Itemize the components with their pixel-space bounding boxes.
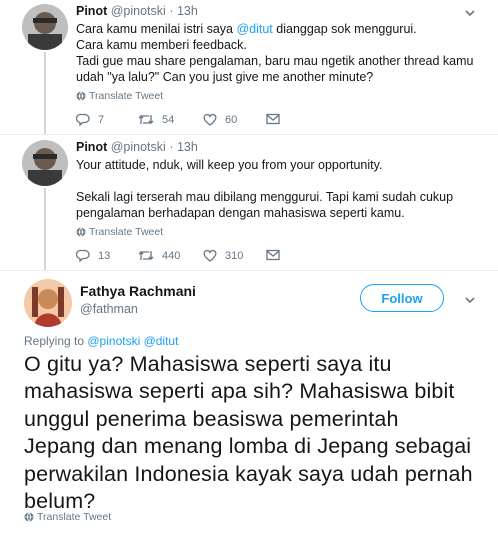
translate-label: Translate Tweet — [37, 511, 112, 523]
globe-icon — [24, 512, 34, 522]
separator-dot: · — [169, 4, 174, 18]
timestamp[interactable]: 13h — [177, 140, 198, 154]
replying-to: Replying to @pinotski @ditut — [24, 334, 178, 348]
avatar[interactable] — [22, 140, 68, 186]
tweet-line: perwakilan Indonesia kayak saya udah per… — [24, 461, 473, 486]
translate-label: Translate Tweet — [89, 226, 164, 238]
main-tweet-text: O gitu ya? Mahasiswa seperti saya itu ma… — [24, 351, 494, 515]
avatar[interactable] — [24, 279, 72, 327]
separator-dot: · — [169, 140, 174, 154]
like-count: 60 — [225, 113, 238, 126]
mention-link[interactable]: @ditut — [236, 22, 272, 36]
tweet-line: mahasiswa seperti apa sih? Mahasiswa bib… — [24, 379, 455, 404]
thread-connector — [44, 52, 46, 134]
chevron-down-icon[interactable] — [464, 293, 476, 305]
replying-mentions[interactable]: @pinotski @ditut — [87, 334, 178, 348]
tweet-text: Your attitude, nduk, will keep you from … — [76, 157, 481, 221]
follow-button[interactable]: Follow — [360, 284, 444, 312]
tweet-2[interactable]: Pinot @pinotski · 13h Your attitude, ndu… — [0, 135, 498, 270]
like-count: 310 — [225, 249, 244, 262]
retweet-button[interactable]: 440 — [138, 249, 180, 262]
retweet-icon — [138, 115, 154, 124]
tweet-line: O gitu ya? Mahasiswa seperti saya itu — [24, 352, 392, 376]
retweet-count: 54 — [162, 113, 175, 126]
like-icon — [203, 113, 217, 126]
like-button[interactable]: 60 — [203, 113, 237, 126]
globe-icon — [76, 227, 86, 237]
direct-message-button[interactable] — [266, 113, 280, 125]
author-name[interactable]: Pinot — [76, 140, 107, 154]
translate-label: Translate Tweet — [89, 90, 164, 102]
translate-tweet-link[interactable]: Translate Tweet — [24, 511, 111, 523]
reply-count: 7 — [98, 113, 105, 126]
reply-icon — [76, 249, 90, 262]
author-name[interactable]: Pinot — [76, 4, 107, 18]
tweet-line — [76, 173, 481, 189]
direct-message-button[interactable] — [266, 249, 280, 261]
retweet-button[interactable]: 54 — [138, 113, 174, 126]
reply-count: 13 — [98, 249, 111, 262]
tweet-line: Jepang dan menang lomba di Jepang sebaga… — [24, 434, 472, 459]
author-handle[interactable]: @pinotski — [111, 4, 166, 18]
reply-icon — [76, 113, 90, 126]
replying-prefix: Replying to — [24, 334, 88, 348]
author-name[interactable]: Fathya Rachmani — [80, 283, 196, 299]
tweet-line: udah "ya lalu?" Can you just give me ano… — [76, 70, 374, 84]
author-handle[interactable]: @fathman — [80, 302, 138, 316]
message-icon — [266, 249, 280, 261]
like-icon — [203, 249, 217, 262]
thread-connector — [44, 188, 46, 270]
timestamp[interactable]: 13h — [177, 4, 198, 18]
message-icon — [266, 113, 280, 125]
retweet-count: 440 — [162, 249, 181, 262]
tweet-line: Cara kamu memberi feedback. — [76, 38, 247, 52]
globe-icon — [76, 91, 86, 101]
retweet-icon — [138, 251, 154, 260]
translate-tweet-link[interactable]: Translate Tweet — [76, 90, 163, 102]
tweet-line: unggul penerima beasiswa pemerintah — [24, 406, 399, 431]
avatar[interactable] — [22, 4, 68, 50]
author-handle[interactable]: @pinotski — [111, 140, 166, 154]
tweet-text: Cara kamu menilai istri saya @ditut dian… — [76, 21, 481, 85]
like-button[interactable]: 310 — [203, 249, 243, 262]
chevron-down-icon[interactable] — [464, 6, 476, 18]
tweet-line: Sekali lagi terserah mau dibilang menggu… — [76, 190, 454, 204]
reply-button[interactable]: 7 — [76, 113, 104, 126]
tweet-line: Your attitude, nduk, will keep you from … — [76, 158, 383, 172]
reply-button[interactable]: 13 — [76, 249, 110, 262]
tweet-header: Pinot @pinotski · 13h — [76, 4, 198, 18]
tweet-header: Pinot @pinotski · 13h — [76, 140, 198, 154]
tweet-line: Cara kamu menilai istri saya @ditut dian… — [76, 22, 417, 36]
translate-tweet-link[interactable]: Translate Tweet — [76, 226, 163, 238]
tweet-line: Tadi gue mau share pengalaman, baru mau … — [76, 54, 474, 68]
tweet-line: pengalaman berhadapan dengan mahasiswa s… — [76, 206, 405, 220]
tweet-1[interactable]: Pinot @pinotski · 13h Cara kamu menilai … — [0, 0, 498, 135]
